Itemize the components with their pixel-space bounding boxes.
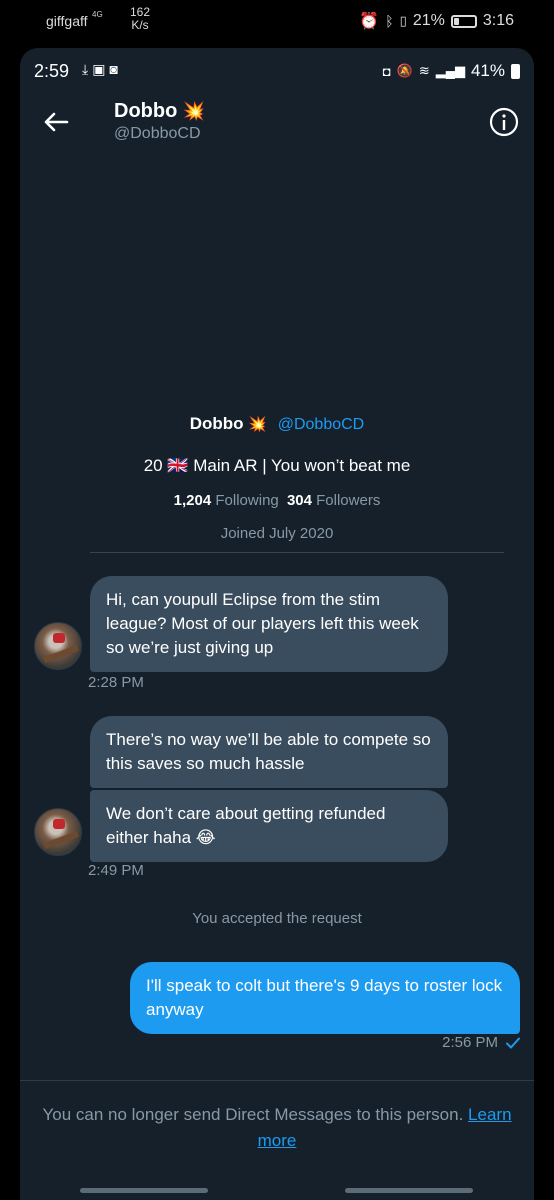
request-accepted-notice: You accepted the request xyxy=(192,910,362,927)
app-time: 2:59 xyxy=(34,61,70,81)
signal-icon: ▂▄▆ xyxy=(435,63,465,78)
wifi-icon: ≋ xyxy=(418,63,430,78)
following-label: Following xyxy=(215,492,279,509)
device-status-bar: giffgaff 4G 162 K/s ⏰ ᛒ ▯ 21% 3:16 xyxy=(0,0,554,40)
vibrate-icon: ▯ xyxy=(399,13,407,28)
scroll-indicator-right xyxy=(345,1188,473,1193)
app-notification-icon: ▣ xyxy=(92,61,110,77)
nfc-icon: ◘ xyxy=(382,63,391,79)
profile-handle: @DobboCD xyxy=(277,416,365,433)
header-handle: @DobboCD xyxy=(114,125,201,142)
notification-icons: ⤓▣◙ xyxy=(82,61,122,78)
message-timestamp: 2:28 PM xyxy=(88,674,144,691)
conversation-info-button[interactable] xyxy=(488,106,520,138)
device-status-right: ⏰ ᛒ ▯ 21% 3:16 xyxy=(359,11,514,31)
sent-check-icon xyxy=(506,1037,520,1048)
back-button[interactable] xyxy=(38,104,74,140)
app-battery-icon xyxy=(511,63,520,79)
profile-divider xyxy=(90,552,504,553)
dm-disabled-notice: You can no longer send Direct Messages t… xyxy=(42,1105,464,1124)
app-screen: 2:59 ⤓▣◙ ◘ 🔕 ≋ ▂▄▆ 41% Dobbo 💥 @DobboCD xyxy=(20,48,534,1200)
outgoing-meta: 2:56 PM xyxy=(442,1034,520,1051)
avatar[interactable] xyxy=(34,808,82,856)
scroll-indicator-left xyxy=(80,1188,208,1193)
profile-joined: Joined July 2020 xyxy=(220,525,334,542)
message-timestamp: 2:49 PM xyxy=(88,862,144,879)
conversation-header: Dobbo 💥 @DobboCD xyxy=(20,92,534,162)
profile-name: Dobbo xyxy=(189,414,244,433)
dm-disabled-footer: You can no longer send Direct Messages t… xyxy=(20,1102,534,1154)
info-icon xyxy=(489,107,519,137)
footer-divider xyxy=(20,1080,534,1081)
header-name[interactable]: Dobbo 💥 xyxy=(114,100,205,123)
profile-name-line: Dobbo 💥 @DobboCD xyxy=(20,414,534,434)
profile-summary[interactable]: Dobbo 💥 @DobboCD 20 🇬🇧 Main AR | You won… xyxy=(20,414,534,542)
bluetooth-icon: ᛒ xyxy=(385,13,394,29)
battery-percent: 21% xyxy=(412,12,445,29)
outgoing-message[interactable]: I'll speak to colt but there's 9 days to… xyxy=(130,962,520,1034)
carrier-name: giffgaff xyxy=(46,13,88,29)
alarm-icon: ⏰ xyxy=(359,13,380,30)
app-battery-percent: 41% xyxy=(470,61,505,80)
mute-icon: 🔕 xyxy=(396,63,413,78)
avatar[interactable] xyxy=(34,622,82,670)
incoming-message[interactable]: We don’t care about getting refunded eit… xyxy=(90,790,448,862)
battery-icon xyxy=(450,14,477,28)
network-type: 4G xyxy=(92,10,103,19)
profile-bio: 20 🇬🇧 Main AR | You won’t beat me xyxy=(143,456,411,475)
following-count: 1,204 xyxy=(173,492,212,509)
message-timestamp: 2:56 PM xyxy=(442,1034,498,1051)
header-emoji: 💥 xyxy=(182,101,206,121)
profile-stats: 1,204 Following 304 Followers xyxy=(20,492,534,509)
app-status-right: ◘ 🔕 ≋ ▂▄▆ 41% xyxy=(383,61,520,81)
followers-count: 304 xyxy=(286,492,312,509)
message-notification-icon: ◙ xyxy=(109,61,122,77)
incoming-message[interactable]: Hi, can youpull Eclipse from the stim le… xyxy=(90,576,448,672)
back-arrow-icon xyxy=(44,112,69,132)
app-status-bar: 2:59 ⤓▣◙ ◘ 🔕 ≋ ▂▄▆ 41% xyxy=(20,48,534,92)
followers-label: Followers xyxy=(316,492,381,509)
network-speed: 162 K/s xyxy=(130,5,151,32)
download-icon: ⤓ xyxy=(82,61,93,77)
device-time: 3:16 xyxy=(482,12,514,29)
profile-emoji: 💥 xyxy=(248,416,267,433)
incoming-message[interactable]: There’s no way we’ll be able to compete … xyxy=(90,716,448,788)
